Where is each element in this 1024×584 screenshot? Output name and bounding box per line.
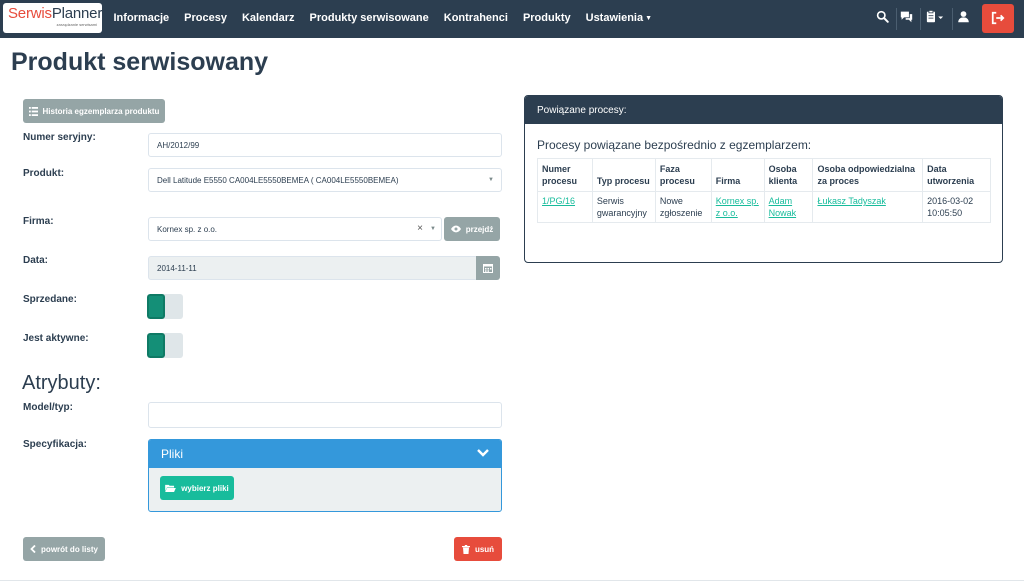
clipboard-icon[interactable]	[924, 10, 948, 26]
logout-button[interactable]	[982, 4, 1014, 33]
logout-icon	[991, 11, 1005, 25]
sold-toggle[interactable]	[147, 294, 183, 319]
eye-icon	[450, 225, 461, 233]
files-panel-title: Pliki	[161, 447, 184, 461]
list-icon	[28, 106, 38, 116]
search-icon[interactable]	[876, 10, 892, 26]
active-label: Jest aktywne:	[23, 333, 89, 344]
product-history-label: Historia egzemplarza produktu	[42, 106, 160, 116]
goto-company-label: przejdź	[465, 224, 494, 234]
attributes-heading: Atrybuty:	[22, 372, 101, 394]
footer-divider	[0, 580, 1024, 581]
main-menu: Informacje Procesy Kalendarz Produkty se…	[106, 0, 660, 38]
page-title: Produkt serwisowany	[11, 48, 269, 76]
chat-icon[interactable]	[900, 10, 916, 26]
nav-procesy[interactable]: Procesy	[177, 0, 235, 38]
date-input[interactable]: 2014-11-11	[148, 256, 478, 280]
product-label: Produkt:	[23, 168, 65, 179]
column-header: Typ procesu	[591, 158, 656, 192]
process-phase-cell: Nowe zgłoszenie	[654, 191, 712, 223]
product-select-value: Dell Latitude E5550 CA004LE5550BEMEA ( C…	[157, 175, 399, 185]
company-label: Firma:	[23, 216, 54, 227]
responsible-person-link[interactable]: Łukasz Tadyszak	[817, 196, 885, 206]
column-header: Numer procesu	[537, 158, 593, 192]
specification-label: Specyfikacja:	[23, 439, 87, 450]
process-number-link[interactable]: 1/PG/16	[542, 196, 575, 206]
nav-separator	[920, 8, 921, 30]
company-select[interactable]: Kornex sp. z o.o. × ▼	[148, 217, 442, 241]
nav-produkty[interactable]: Produkty	[515, 0, 578, 38]
created-date-cell: 2016-03-02 10:05:50	[922, 191, 991, 223]
back-to-list-label: powrót do listy	[41, 544, 98, 554]
goto-company-button[interactable]: przejdź	[444, 217, 500, 241]
folder-open-icon	[165, 484, 177, 492]
serial-number-label: Numer seryjny:	[23, 132, 96, 143]
chevron-left-icon	[30, 545, 36, 553]
nav-kontrahenci[interactable]: Kontrahenci	[436, 0, 515, 38]
choose-files-label: wybierz pliki	[181, 483, 229, 493]
top-navbar: SerwisPlanner zarządzanie serwisami Info…	[0, 0, 1024, 38]
calendar-button[interactable]	[476, 256, 500, 280]
delete-button[interactable]: usuń	[454, 537, 502, 561]
table-header-row: Numer procesu Typ procesu Faza procesu F…	[537, 158, 991, 192]
model-type-textarea[interactable]	[148, 402, 502, 428]
date-label: Data:	[23, 255, 49, 266]
column-header: Faza procesu	[654, 158, 712, 192]
related-processes-subtitle: Procesy powiązane bezpośrednio z egzempl…	[537, 138, 812, 152]
nav-separator	[952, 8, 953, 30]
caret-down-icon: ▼	[430, 226, 436, 232]
nav-produkty-serwisowane[interactable]: Produkty serwisowane	[302, 0, 436, 38]
process-number-cell: 1/PG/16	[537, 191, 593, 223]
logo-tagline: zarządzanie serwisami	[56, 22, 97, 27]
navbar-right	[864, 0, 1024, 38]
column-header: Data utworzenia	[922, 158, 991, 192]
active-toggle[interactable]	[147, 333, 183, 358]
company-cell: Kornex sp. z o.o.	[710, 191, 765, 223]
chevron-down-icon	[477, 449, 489, 457]
nav-separator	[896, 8, 897, 30]
product-history-button[interactable]: Historia egzemplarza produktu	[23, 99, 165, 123]
serial-number-input[interactable]: AH/2012/99	[148, 133, 502, 157]
process-type-cell: Serwis gwarancyjny	[591, 191, 656, 223]
company-select-value: Kornex sp. z o.o.	[157, 224, 218, 234]
column-header: Firma	[710, 158, 765, 192]
client-person-link[interactable]: Adam Nowak	[769, 196, 797, 218]
delete-label: usuń	[474, 544, 495, 554]
model-type-label: Model/typ:	[23, 402, 73, 413]
back-to-list-button[interactable]: powrót do listy	[23, 537, 105, 561]
clear-icon[interactable]: ×	[417, 223, 423, 234]
responsible-person-cell: Łukasz Tadyszak	[812, 191, 924, 223]
nav-kalendarz[interactable]: Kalendarz	[234, 0, 302, 38]
caret-down-icon: ▼	[645, 15, 653, 22]
table-row: 1/PG/16 Serwis gwarancyjny Nowe zgłoszen…	[537, 191, 991, 223]
trash-icon	[461, 544, 470, 554]
related-processes-panel: Powiązane procesy: Procesy powiązane bez…	[524, 95, 1003, 263]
column-header: Osoba klienta	[763, 158, 814, 192]
choose-files-button[interactable]: wybierz pliki	[160, 476, 234, 500]
nav-ustawienia[interactable]: Ustawienia ▼	[578, 0, 659, 38]
files-panel: Pliki wybierz pliki	[148, 439, 502, 512]
product-select[interactable]: Dell Latitude E5550 CA004LE5550BEMEA ( C…	[148, 168, 502, 192]
user-icon[interactable]	[957, 10, 973, 26]
files-panel-header[interactable]: Pliki	[149, 440, 501, 468]
column-header: Osoba odpowiedzialna za proces	[812, 158, 924, 192]
sold-label: Sprzedane:	[23, 294, 77, 305]
toggle-knob	[147, 333, 165, 358]
toggle-knob	[147, 294, 165, 319]
nav-informacje[interactable]: Informacje	[106, 0, 177, 38]
related-processes-header: Powiązane procesy:	[525, 96, 1002, 124]
client-person-cell: Adam Nowak	[763, 191, 814, 223]
company-link[interactable]: Kornex sp. z o.o.	[716, 196, 759, 218]
caret-down-icon: ▼	[488, 177, 494, 183]
calendar-icon	[483, 264, 493, 273]
app-logo[interactable]: SerwisPlanner zarządzanie serwisami	[3, 3, 102, 33]
related-processes-table: Numer procesu Typ procesu Faza procesu F…	[537, 158, 991, 223]
